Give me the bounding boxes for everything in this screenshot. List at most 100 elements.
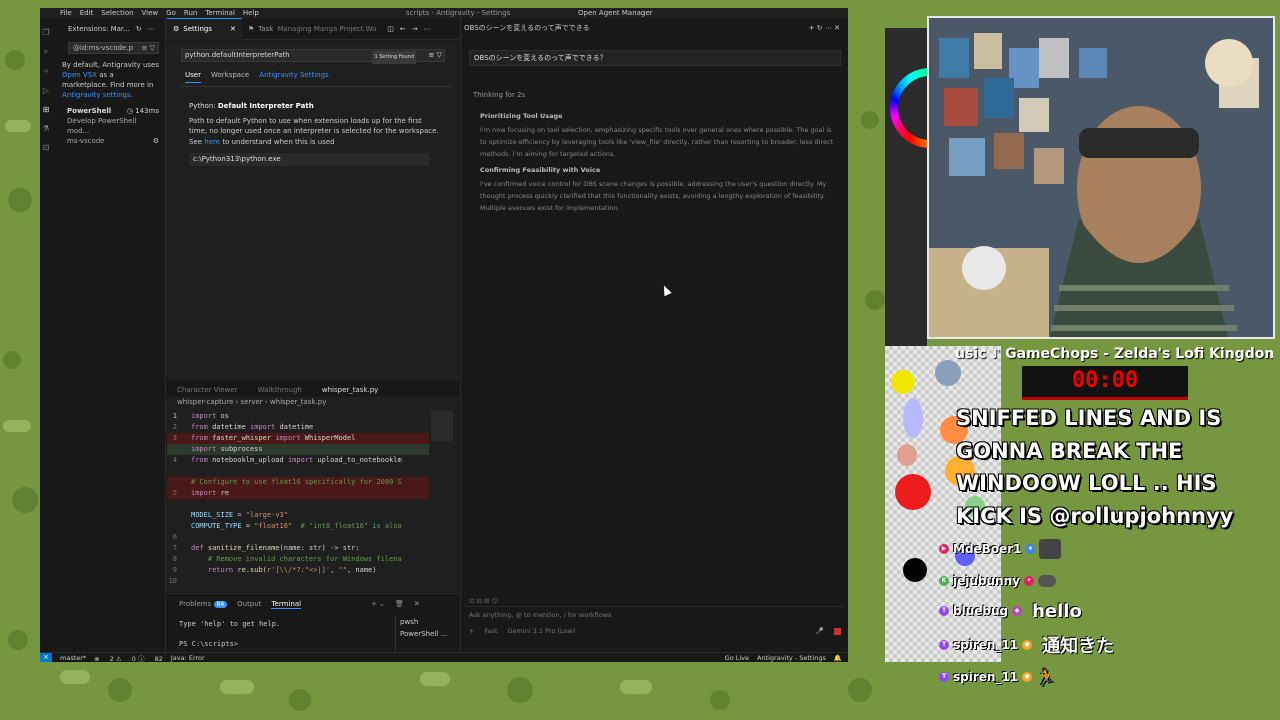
add-icon[interactable]: + <box>809 24 815 32</box>
badge-icon: ★ <box>1025 544 1036 554</box>
settings-status[interactable]: Antigravity - Settings <box>757 654 826 662</box>
agent-conversation-title: OBSのシーンを変えるのって声でできる <box>464 24 590 32</box>
menu-help[interactable]: Help <box>243 9 259 17</box>
settings-search-value: python.defaultInterpreterPath <box>185 51 290 59</box>
new-terminal-icon[interactable]: + ⌄ <box>371 600 385 609</box>
source-control-icon[interactable]: ⑂ <box>40 67 52 76</box>
tab-terminal[interactable]: Terminal <box>271 600 302 609</box>
terminal-item-pwsh[interactable]: pwsh <box>400 616 447 628</box>
more-actions-icon[interactable]: ⋯ <box>424 25 431 33</box>
more-icon[interactable]: ⋯ <box>825 24 832 32</box>
filter-icon[interactable]: ≡ ▽ <box>142 43 155 53</box>
menu-selection[interactable]: Selection <box>101 9 133 17</box>
code-line: 7 def sanitize_filename(name: str) -> str… <box>172 544 360 552</box>
problems-count-badge: 84 <box>213 601 228 608</box>
tab-output[interactable]: Output <box>237 600 261 609</box>
close-icon[interactable]: ✕ <box>834 24 840 32</box>
extension-item-powershell[interactable]: PowerShell ◷ 143ms Develop PowerShell mo… <box>52 100 165 146</box>
code-line: # Configure to use float16 specifically … <box>167 477 429 488</box>
terminal-item-powershell[interactable]: PowerShell ... <box>400 628 447 640</box>
code-line: MODEL_SIZE = "large-v3" <box>191 511 288 519</box>
trash-icon[interactable]: 🗑 <box>395 600 404 609</box>
close-panel-icon[interactable]: ✕ <box>414 600 420 609</box>
tab-antigravity-settings[interactable]: Antigravity Settings <box>259 71 328 83</box>
go-live-button[interactable]: Go Live <box>725 654 749 662</box>
antigravity-settings-link[interactable]: Antigravity settings. <box>62 91 133 99</box>
files-icon[interactable]: ❐ <box>40 28 52 37</box>
here-link[interactable]: here <box>204 138 220 146</box>
branch-indicator[interactable]: master* <box>60 654 86 662</box>
minimap[interactable] <box>431 411 453 441</box>
forward-icon[interactable]: → <box>412 25 418 33</box>
remote-indicator-icon[interactable]: ⨯ <box>40 652 52 662</box>
tab-user[interactable]: User <box>185 71 201 83</box>
youtube-icon: ▶ <box>939 544 949 554</box>
notification-icon[interactable]: 🔔 <box>834 654 842 662</box>
refresh-icon[interactable]: ↻ <box>136 25 142 33</box>
tab-task[interactable]: ⚑ Task Managing Manga Project Workflo <box>242 18 383 40</box>
agent-chat-input[interactable]: Ask anything, @ to mention, / for workfl… <box>469 611 845 619</box>
setting-value-input[interactable]: c:\Python313\python.exe <box>189 153 429 166</box>
filter-icon[interactable]: ≡ ▽ <box>429 50 442 61</box>
menu-bar: File Edit Selection View Go Run Terminal… <box>40 8 848 18</box>
chat-text: 通知きた <box>1042 636 1115 657</box>
tab-problems[interactable]: Problems 84 <box>179 600 228 609</box>
stop-button[interactable] <box>834 627 841 635</box>
more-icon[interactable]: ⋯ <box>148 25 155 33</box>
tab-task-desc: Managing Manga Project Workflo <box>277 24 377 33</box>
menu-run[interactable]: Run <box>184 9 197 17</box>
tab-workspace[interactable]: Workspace <box>211 71 249 83</box>
menu-edit[interactable]: Edit <box>80 9 94 17</box>
thought-title: Prioritizing Tool Usage <box>480 112 563 120</box>
kick-icon: K <box>939 576 949 586</box>
tab-character-viewer[interactable]: Character Viewer <box>167 386 248 394</box>
code-line: COMPUTE_TYPE = "float16" # "int8_float16… <box>191 522 402 530</box>
code-line: 10 <box>168 577 177 585</box>
tab-whisper-task[interactable]: whisper_task.py <box>312 386 388 394</box>
remote-icon[interactable]: ⊡ <box>40 143 52 152</box>
chat-message: T spiren_11 ● 通知きた <box>939 634 1269 657</box>
tab-walkthrough[interactable]: Walkthrough <box>248 386 312 394</box>
open-vsx-link[interactable]: Open VSX <box>62 71 97 79</box>
split-editor-icon[interactable]: ◫ <box>387 25 394 33</box>
problems-indicator[interactable]: ⊗ 2 ⚠ 0 ⓘ 82 <box>94 653 163 663</box>
menu-go[interactable]: Go <box>166 9 176 17</box>
chat-username: MdeBoer1 <box>953 542 1022 556</box>
search-icon[interactable]: ⌕ <box>40 47 52 57</box>
code-line: 8 # Remove invalid characters for Window… <box>172 555 402 563</box>
mode-select[interactable]: Fast <box>484 627 497 635</box>
history-icon[interactable]: ↻ <box>817 24 823 32</box>
status-bar: ⨯ master* ⊗ 2 ⚠ 0 ⓘ 82 Java: Error Go Li… <box>40 652 848 662</box>
tab-settings[interactable]: ⚙ Settings ✕ <box>167 17 242 40</box>
menu-terminal[interactable]: Terminal <box>205 9 235 17</box>
open-agent-manager-button[interactable]: Open Agent Manager <box>578 9 653 17</box>
gear-icon[interactable]: ⚙ <box>153 136 159 146</box>
attach-icon[interactable]: + <box>469 627 474 635</box>
close-icon[interactable]: ✕ <box>230 25 236 33</box>
mic-icon[interactable]: 🎤 <box>816 627 824 635</box>
settings-search-input[interactable]: python.defaultInterpreterPath 1 Setting … <box>181 49 445 64</box>
setting-name: Default Interpreter Path <box>217 102 314 110</box>
window-title: scripts - Antigravity - Settings <box>406 9 511 17</box>
extensions-search-input[interactable]: @id:ms-vscode.p ≡ ▽ <box>68 42 159 54</box>
back-icon[interactable]: ← <box>400 25 406 33</box>
badge-icon: ● <box>1022 672 1033 682</box>
editor-tab-bar: ⚙ Settings ✕ ⚑ Task Managing Manga Proje… <box>167 17 459 40</box>
menu-file[interactable]: File <box>60 9 72 17</box>
java-status[interactable]: Java: Error <box>171 654 205 662</box>
webcam-feed <box>927 16 1275 339</box>
note-text: By default, Antigravity uses <box>62 61 160 69</box>
code-lines[interactable]: 1 import os 2 from datetime import datetim… <box>167 411 429 587</box>
divider <box>181 86 451 87</box>
twitch-icon: T <box>939 606 949 616</box>
extensions-icon[interactable]: ⊞ <box>40 105 52 114</box>
run-debug-icon[interactable]: ▷ <box>40 86 52 95</box>
menu-view[interactable]: View <box>142 9 159 17</box>
thinking-toggle[interactable]: Thinking for 2s <box>473 91 525 99</box>
thought-body: I've confirmed voice control for OBS sce… <box>480 180 827 212</box>
flask-icon[interactable]: ⚗ <box>40 124 52 133</box>
breadcrumb: whisper-capture › server › whisper_task.… <box>177 398 327 406</box>
model-select[interactable]: Gemini 3.1 Pro (Low) <box>508 627 576 635</box>
